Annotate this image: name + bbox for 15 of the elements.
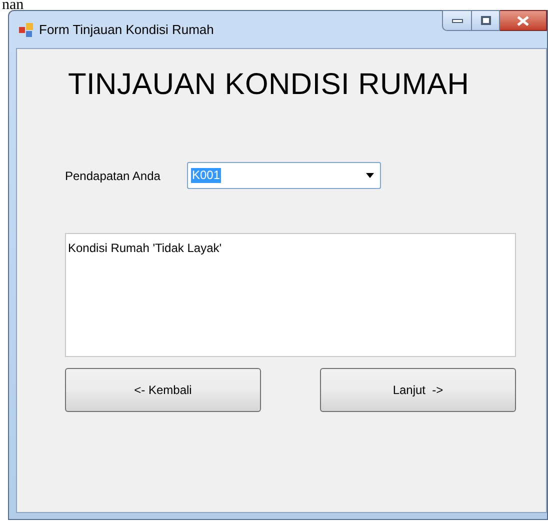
dropdown-arrow-icon [366, 173, 374, 178]
window-title: Form Tinjauan Kondisi Rumah [39, 20, 214, 39]
app-icon [18, 22, 34, 38]
result-text: Kondisi Rumah 'Tidak Layak' [68, 241, 222, 255]
page-text: nan [2, 0, 24, 10]
close-icon [517, 16, 529, 26]
result-text-box[interactable]: Kondisi Rumah 'Tidak Layak' [65, 233, 516, 357]
form-heading: TINJAUAN KONDISI RUMAH [68, 67, 470, 103]
minimize-button[interactable] [442, 10, 472, 31]
nav-button[interactable]: Lanjut -> [320, 368, 516, 412]
nav-button[interactable]: <- Kembali [65, 368, 261, 412]
field-label: Pendapatan Anda [65, 168, 162, 184]
maximize-button[interactable] [472, 10, 500, 31]
close-button[interactable] [500, 10, 547, 31]
dropdown-value: K001 [191, 168, 222, 183]
